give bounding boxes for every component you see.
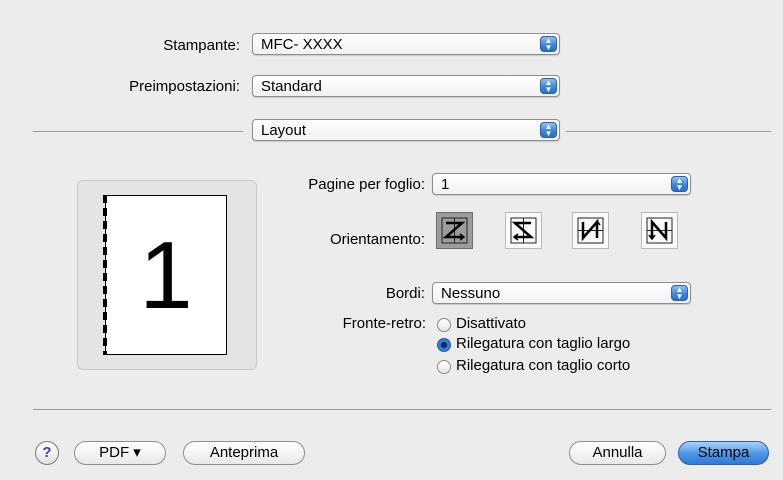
orientation-label: Orientamento: <box>329 231 425 248</box>
popup-arrows-icon: ▲ ▼ <box>671 285 688 301</box>
popup-arrows-icon: ▲ ▼ <box>540 122 557 138</box>
print-button[interactable]: Stampa <box>678 441 769 465</box>
duplex-off-label[interactable]: Disattivato <box>456 315 526 332</box>
presets-label: Preimpostazioni: <box>129 78 240 95</box>
orientation-z-button[interactable] <box>436 212 473 249</box>
popup-arrows-icon: ▲ ▼ <box>671 176 688 192</box>
orientation-reverse-z-icon <box>510 217 537 244</box>
page-number: 1 <box>139 222 193 329</box>
pages-per-sheet-value: 1 <box>441 176 450 193</box>
presets-value: Standard <box>261 78 322 95</box>
popup-arrows-icon: ▲ ▼ <box>540 36 557 52</box>
preview-button[interactable]: Anteprima <box>183 441 305 465</box>
printer-value: MFC- XXXX <box>261 36 343 53</box>
orientation-reverse-n-button[interactable] <box>572 212 609 249</box>
page-preview: 1 <box>103 195 227 355</box>
borders-popup[interactable]: Nessuno ▲ ▼ <box>432 282 691 304</box>
cancel-button[interactable]: Annulla <box>569 441 666 465</box>
orientation-reverse-n-icon <box>577 217 604 244</box>
orientation-z-icon <box>441 217 468 244</box>
section-value: Layout <box>261 122 307 139</box>
orientation-n-button[interactable] <box>641 212 678 249</box>
separator-right <box>566 131 771 132</box>
help-button[interactable]: ? <box>35 441 59 465</box>
pages-per-sheet-popup[interactable]: 1 ▲ ▼ <box>432 173 691 195</box>
duplex-off-radio[interactable] <box>437 318 451 332</box>
duplex-label: Fronte-retro: <box>342 315 426 332</box>
borders-value: Nessuno <box>441 285 501 302</box>
pages-per-sheet-label: Pagine per foglio: <box>308 176 425 193</box>
orientation-reverse-z-button[interactable] <box>505 212 542 249</box>
printer-label: Stampante: <box>163 37 240 54</box>
printer-popup[interactable]: MFC- XXXX ▲ ▼ <box>252 33 560 55</box>
duplex-long-edge-radio[interactable] <box>437 338 451 352</box>
separator-left <box>33 131 243 132</box>
orientation-n-icon <box>646 217 673 244</box>
popup-arrows-icon: ▲ ▼ <box>540 78 557 94</box>
presets-popup[interactable]: Standard ▲ ▼ <box>252 75 560 97</box>
borders-label: Bordi: <box>385 285 425 302</box>
duplex-long-edge-label[interactable]: Rilegatura con taglio largo <box>456 335 630 352</box>
pdf-menu-button[interactable]: PDF ▾ <box>74 441 166 465</box>
footer-separator <box>33 409 771 410</box>
duplex-short-edge-label[interactable]: Rilegatura con taglio corto <box>456 357 630 374</box>
section-popup[interactable]: Layout ▲ ▼ <box>252 119 560 141</box>
duplex-short-edge-radio[interactable] <box>437 360 451 374</box>
